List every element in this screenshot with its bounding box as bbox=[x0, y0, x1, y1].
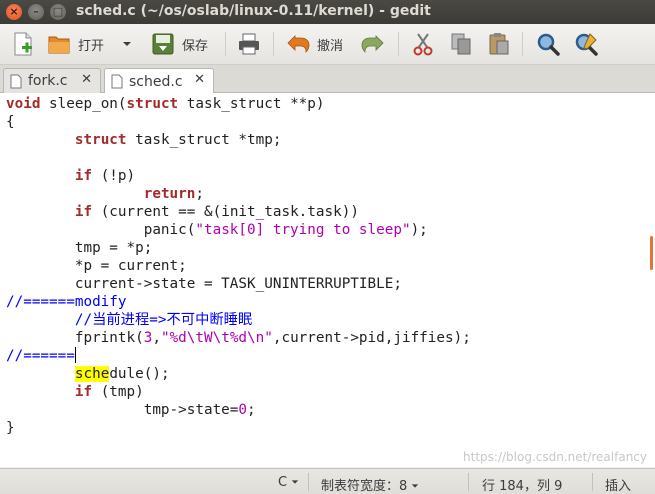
replace-button[interactable] bbox=[573, 30, 599, 58]
code-line: fprintk(3,"%d\tW\t%d\n",current->pid,jif… bbox=[6, 330, 471, 346]
document-tab-bar: fork.c ✕ sched.c ✕ bbox=[0, 65, 655, 94]
gedit-window: × – □ sched.c (~/os/oslab/linux-0.11/ker… bbox=[0, 0, 655, 494]
print-icon bbox=[239, 33, 259, 55]
code-line: //====== bbox=[6, 347, 76, 364]
status-separator bbox=[308, 473, 309, 491]
code-line: tmp = *p; bbox=[6, 240, 153, 256]
save-button[interactable]: 保存 bbox=[150, 30, 208, 58]
chevron-down-icon bbox=[292, 480, 299, 484]
replace-icon bbox=[575, 33, 598, 56]
new-document-icon bbox=[14, 32, 32, 56]
status-separator bbox=[592, 473, 593, 491]
paste-button[interactable] bbox=[486, 30, 512, 58]
status-separator bbox=[468, 473, 469, 491]
open-button-label: 打开 bbox=[78, 38, 105, 54]
minimize-window-button[interactable]: – bbox=[28, 4, 44, 20]
code-line: if (tmp) bbox=[74, 384, 144, 400]
file-icon bbox=[10, 74, 22, 88]
language-selector[interactable]: C bbox=[278, 475, 299, 490]
code-line: struct task_struct *tmp; bbox=[74, 132, 282, 148]
code-line: *p = current; bbox=[6, 258, 187, 274]
open-folder-icon bbox=[48, 36, 70, 54]
toolbar-separator bbox=[522, 32, 523, 56]
chevron-down-icon bbox=[412, 484, 419, 488]
save-button-label: 保存 bbox=[182, 38, 209, 54]
toolbar-separator bbox=[225, 32, 226, 56]
code-line: schedule(); bbox=[74, 366, 170, 382]
tab-sched-c[interactable]: sched.c ✕ bbox=[104, 68, 214, 94]
close-tab-icon[interactable]: ✕ bbox=[81, 72, 92, 87]
code-line: //当前进程=>不可中断睡眠 bbox=[74, 312, 253, 328]
code-line: if (current == &(init_task.task)) bbox=[74, 204, 359, 220]
close-tab-icon[interactable]: ✕ bbox=[194, 72, 205, 87]
close-window-button[interactable]: × bbox=[6, 4, 22, 20]
title-bar: × – □ sched.c (~/os/oslab/linux-0.11/ker… bbox=[0, 0, 655, 24]
find-icon bbox=[537, 33, 560, 56]
window-title: sched.c (~/os/oslab/linux-0.11/kernel) -… bbox=[76, 3, 431, 19]
copy-icon bbox=[451, 33, 471, 55]
tab-width-selector[interactable]: 制表符宽度：8 bbox=[321, 475, 419, 494]
tab-fork-c[interactable]: fork.c ✕ bbox=[3, 68, 101, 93]
chevron-down-icon bbox=[123, 42, 131, 46]
open-recent-dropdown[interactable] bbox=[122, 30, 132, 58]
status-bar: C 制表符宽度：8 行 184，列 9 插入 bbox=[0, 468, 655, 494]
cut-button[interactable] bbox=[410, 30, 436, 58]
source-code[interactable]: void sleep_on(struct task_struct **p) { … bbox=[6, 95, 471, 437]
code-line: return; bbox=[143, 186, 204, 202]
code-line: //======modify bbox=[6, 294, 127, 310]
cursor-position: 行 184，列 9 bbox=[482, 479, 563, 494]
find-button[interactable] bbox=[535, 30, 561, 58]
scrollbar-indicator[interactable] bbox=[650, 236, 653, 270]
code-line: current->state = TASK_UNINTERRUPTIBLE; bbox=[6, 276, 402, 292]
text-cursor bbox=[74, 347, 76, 363]
undo-icon bbox=[287, 35, 310, 53]
copy-button[interactable] bbox=[448, 30, 474, 58]
file-icon bbox=[111, 74, 123, 89]
undo-button-label: 撤消 bbox=[317, 38, 344, 54]
toolbar-separator bbox=[398, 32, 399, 56]
undo-button[interactable]: 撤消 bbox=[285, 30, 343, 58]
print-button[interactable] bbox=[236, 30, 262, 58]
code-line: if (!p) bbox=[74, 168, 136, 184]
code-line: void sleep_on(struct task_struct **p) bbox=[6, 96, 325, 112]
redo-button[interactable] bbox=[360, 30, 386, 58]
toolbar-separator bbox=[273, 32, 274, 56]
redo-icon bbox=[361, 35, 384, 53]
maximize-window-button[interactable]: □ bbox=[50, 4, 66, 20]
insert-mode: 插入 bbox=[605, 479, 632, 494]
paste-icon bbox=[489, 33, 509, 55]
open-button[interactable]: 打开 bbox=[46, 30, 104, 58]
code-editor[interactable]: void sleep_on(struct task_struct **p) { … bbox=[0, 93, 655, 467]
cut-icon bbox=[413, 33, 433, 56]
code-line: tmp->state=0; bbox=[6, 402, 256, 418]
tab-label: sched.c bbox=[129, 73, 183, 90]
watermark: https://blog.csdn.net/realfancy bbox=[463, 450, 647, 464]
code-line: } bbox=[6, 420, 15, 436]
code-line: { bbox=[6, 114, 15, 130]
toolbar: 打开 保存 撤消 bbox=[0, 24, 655, 65]
code-line: panic("task[0] trying to sleep"); bbox=[6, 222, 428, 238]
tab-label: fork.c bbox=[28, 73, 68, 89]
save-icon bbox=[152, 33, 174, 55]
new-document-button[interactable] bbox=[10, 30, 36, 58]
